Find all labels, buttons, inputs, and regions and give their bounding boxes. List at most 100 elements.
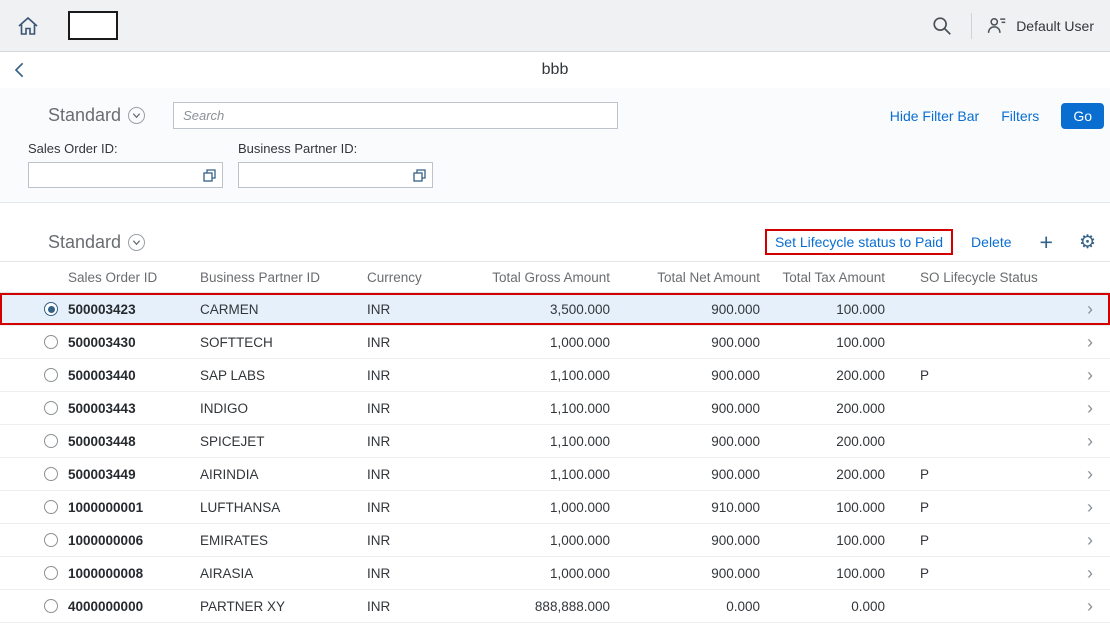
cell-total-gross-amount: 888,888.000	[534, 598, 610, 614]
table-row[interactable]: 500003448 SPICEJET INR 1,100.000 900.000…	[0, 425, 1110, 458]
filters-link[interactable]: Filters	[1001, 108, 1039, 124]
column-header-total-gross-amount[interactable]: Total Gross Amount	[477, 270, 610, 285]
delete-button[interactable]: Delete	[971, 234, 1011, 250]
cell-currency: INR	[367, 400, 391, 416]
table-row[interactable]: 500003443 INDIGO INR 1,100.000 900.000 2…	[0, 392, 1110, 425]
cell-total-gross-amount: 3,500.000	[549, 301, 610, 317]
chevron-right-icon[interactable]: ›	[1070, 398, 1110, 419]
application-window: Default User bbb Standard Hide Filter Ba…	[0, 0, 1110, 623]
cell-sales-order-id: 500003423	[68, 301, 136, 317]
filter-variant-label: Standard	[48, 105, 122, 125]
user-icon	[988, 17, 1006, 33]
cell-currency: INR	[367, 334, 391, 350]
shell-header: Default User	[0, 0, 1110, 52]
column-header-total-net-amount[interactable]: Total Net Amount	[610, 270, 760, 285]
table-variant-selector[interactable]: Standard	[48, 231, 146, 253]
cell-currency: INR	[367, 367, 391, 383]
cell-total-net-amount: 0.000	[726, 598, 760, 614]
cell-total-gross-amount: 1,100.000	[549, 400, 610, 416]
set-lifecycle-status-to-paid-button[interactable]: Set Lifecycle status to Paid	[775, 234, 943, 250]
business-partner-id-input[interactable]	[238, 162, 433, 188]
cell-business-partner-id: AIRASIA	[200, 565, 254, 581]
cell-sales-order-id: 1000000008	[68, 565, 144, 581]
logo[interactable]	[68, 11, 118, 40]
cell-sales-order-id: 500003430	[68, 334, 136, 350]
search-input[interactable]	[173, 102, 619, 129]
chevron-right-icon[interactable]: ›	[1070, 299, 1110, 320]
row-select-radio[interactable]	[44, 533, 58, 547]
cell-business-partner-id: PARTNER XY	[200, 598, 286, 614]
table-row[interactable]: 500003449 AIRINDIA INR 1,100.000 900.000…	[0, 458, 1110, 491]
chevron-right-icon[interactable]: ›	[1070, 332, 1110, 353]
filter-variant-selector[interactable]: Standard	[48, 105, 146, 126]
settings-gear-icon[interactable]: ⚙	[1079, 233, 1096, 252]
sales-order-id-field-group: Sales Order ID:	[28, 141, 223, 188]
row-select-radio[interactable]	[44, 500, 58, 514]
search-icon	[933, 16, 952, 35]
table-row[interactable]: 1000000006 EMIRATES INR 1,000.000 900.00…	[0, 524, 1110, 557]
cell-total-net-amount: 900.000	[711, 532, 760, 548]
chevron-right-icon[interactable]: ›	[1070, 530, 1110, 551]
annotation-highlight-box: Set Lifecycle status to Paid	[764, 229, 954, 255]
cell-total-gross-amount: 1,100.000	[549, 466, 610, 482]
cell-sales-order-id: 4000000000	[68, 598, 144, 614]
row-select-radio[interactable]	[44, 368, 58, 382]
value-help-icon[interactable]	[411, 167, 428, 184]
sales-order-id-input[interactable]	[28, 162, 223, 188]
table-body: 500003423 CARMEN INR 3,500.000 900.000 1…	[0, 293, 1110, 623]
cell-currency: INR	[367, 301, 391, 317]
cell-total-net-amount: 900.000	[711, 301, 760, 317]
chevron-down-icon	[128, 107, 146, 124]
cell-business-partner-id: SOFTTECH	[200, 334, 273, 350]
add-icon[interactable]: +	[1040, 230, 1053, 254]
cell-sales-order-id: 1000000001	[68, 499, 144, 515]
column-header-so-lifecycle-status[interactable]: SO Lifecycle Status	[885, 270, 1070, 285]
table-variant-label: Standard	[48, 231, 122, 252]
cell-currency: INR	[367, 466, 391, 482]
column-header-currency[interactable]: Currency	[367, 270, 477, 285]
go-button[interactable]: Go	[1061, 102, 1104, 129]
chevron-right-icon[interactable]: ›	[1070, 431, 1110, 452]
business-partner-id-label: Business Partner ID:	[238, 141, 358, 156]
column-header-total-tax-amount[interactable]: Total Tax Amount	[760, 270, 885, 285]
table-row[interactable]: 1000000001 LUFTHANSA INR 1,000.000 910.0…	[0, 491, 1110, 524]
table-row[interactable]: 500003430 SOFTTECH INR 1,000.000 900.000…	[0, 326, 1110, 359]
cell-total-gross-amount: 1,000.000	[549, 334, 610, 350]
cell-total-tax-amount: 100.000	[836, 532, 885, 548]
table-row[interactable]: 500003423 CARMEN INR 3,500.000 900.000 1…	[0, 293, 1110, 326]
row-select-radio[interactable]	[44, 401, 58, 415]
row-select-radio[interactable]	[44, 434, 58, 448]
column-header-sales-order-id[interactable]: Sales Order ID	[68, 270, 200, 285]
cell-total-net-amount: 900.000	[711, 565, 760, 581]
row-select-radio[interactable]	[44, 467, 58, 481]
row-select-radio[interactable]	[44, 599, 58, 613]
row-select-radio[interactable]	[44, 566, 58, 580]
cell-total-tax-amount: 200.000	[836, 433, 885, 449]
cell-sales-order-id: 1000000006	[68, 532, 144, 548]
cell-so-lifecycle-status: P	[920, 532, 930, 548]
cell-total-tax-amount: 200.000	[836, 400, 885, 416]
search-button[interactable]	[927, 11, 957, 41]
table-row[interactable]: 500003440 SAP LABS INR 1,100.000 900.000…	[0, 359, 1110, 392]
hide-filter-bar-link[interactable]: Hide Filter Bar	[890, 108, 979, 124]
cell-currency: INR	[367, 598, 391, 614]
filter-bar: Standard Hide Filter Bar Filters Go Sale…	[0, 88, 1110, 203]
row-select-radio[interactable]	[44, 302, 58, 316]
home-button[interactable]	[14, 12, 42, 40]
page-header: bbb	[0, 52, 1110, 88]
row-select-radio[interactable]	[44, 335, 58, 349]
chevron-right-icon[interactable]: ›	[1070, 497, 1110, 518]
chevron-right-icon[interactable]: ›	[1070, 563, 1110, 584]
chevron-right-icon[interactable]: ›	[1070, 365, 1110, 386]
table-row[interactable]: 4000000000 PARTNER XY INR 888,888.000 0.…	[0, 590, 1110, 623]
chevron-right-icon[interactable]: ›	[1070, 464, 1110, 485]
cell-total-gross-amount: 1,000.000	[549, 565, 610, 581]
table-row[interactable]: 1000000008 AIRASIA INR 1,000.000 900.000…	[0, 557, 1110, 590]
column-header-business-partner-id[interactable]: Business Partner ID	[200, 270, 367, 285]
cell-total-gross-amount: 1,100.000	[549, 367, 610, 383]
cell-total-net-amount: 900.000	[711, 400, 760, 416]
user-menu[interactable]: Default User	[986, 15, 1094, 37]
cell-total-net-amount: 900.000	[711, 466, 760, 482]
value-help-icon[interactable]	[201, 167, 218, 184]
chevron-right-icon[interactable]: ›	[1070, 596, 1110, 617]
